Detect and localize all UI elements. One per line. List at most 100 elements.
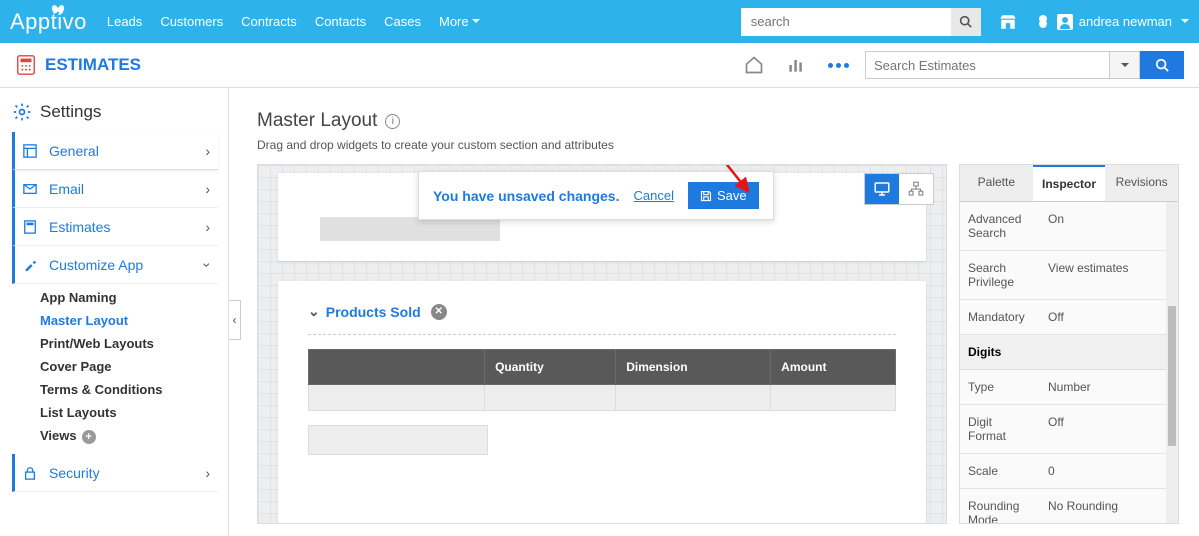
view-toggle [864, 173, 934, 205]
prop-search-privilege[interactable]: Search PrivilegeView estimates [960, 251, 1178, 300]
search-estimates-input[interactable] [865, 51, 1110, 79]
app-title[interactable]: ESTIMATES [15, 54, 141, 76]
remove-section-icon[interactable]: ✕ [431, 304, 447, 320]
global-search [741, 8, 981, 36]
search-dropdown[interactable] [1110, 51, 1140, 79]
logo-text: Apptivo [10, 9, 87, 34]
chart-icon[interactable] [781, 50, 811, 80]
right-panel: Palette Inspector Revisions Advanced Sea… [959, 164, 1179, 524]
main: Settings General › Email › Estimates › C… [0, 88, 1199, 536]
user-menu[interactable]: andrea newman [1057, 14, 1189, 30]
calculator-icon [23, 220, 39, 234]
home-icon[interactable] [739, 50, 769, 80]
prop-rounding-mode[interactable]: Rounding ModeNo Rounding [960, 489, 1178, 523]
sidebar-item-general[interactable]: General › [12, 132, 218, 170]
app-title-text: ESTIMATES [45, 55, 141, 75]
sidebar-sub-views[interactable]: Views+ [12, 422, 218, 446]
layout-canvas[interactable]: You have unsaved changes. Cancel Save ⌄ [257, 164, 947, 524]
sidebar-collapse-handle[interactable]: ‹ [229, 300, 241, 340]
sidebar: Settings General › Email › Estimates › C… [0, 88, 229, 536]
tab-revisions[interactable]: Revisions [1105, 165, 1178, 201]
section-title: Products Sold [326, 304, 421, 320]
nav-customers[interactable]: Customers [160, 14, 223, 29]
panel-tabs: Palette Inspector Revisions [960, 165, 1178, 202]
nav-contracts[interactable]: Contracts [241, 14, 297, 29]
prop-group-digits: Digits [960, 335, 1178, 370]
save-icon [700, 190, 712, 202]
sidebar-sub-print-web-layouts[interactable]: Print/Web Layouts [12, 330, 218, 353]
nav-more[interactable]: More [439, 14, 480, 29]
tab-palette[interactable]: Palette [960, 165, 1033, 201]
sidebar-item-label: Security [49, 465, 100, 481]
estimates-icon [15, 54, 37, 76]
structure-view-button[interactable] [899, 174, 933, 204]
save-button-label: Save [717, 188, 747, 203]
nav-leads[interactable]: Leads [107, 14, 142, 29]
sidebar-item-customize-app[interactable]: Customize App › [12, 246, 218, 284]
sidebar-item-label: Email [49, 181, 84, 197]
table-row[interactable] [309, 385, 896, 411]
gear-icon [12, 102, 32, 122]
inspector-properties: Advanced SearchOn Search PrivilegeView e… [960, 202, 1178, 523]
table-header-amount: Amount [771, 350, 896, 385]
prop-digit-format[interactable]: Digit FormatOff [960, 405, 1178, 454]
sidebar-item-label: Customize App [49, 257, 143, 273]
page-subtitle: Drag and drop widgets to create your cus… [257, 138, 1179, 152]
cancel-button[interactable]: Cancel [633, 188, 673, 203]
sidebar-sub-list-layouts[interactable]: List Layouts [12, 399, 218, 422]
section-header[interactable]: ⌄ Products Sold ✕ [308, 303, 896, 320]
sidebar-sub-master-layout[interactable]: Master Layout [12, 307, 218, 330]
prop-mandatory[interactable]: MandatoryOff [960, 300, 1178, 335]
page-title: Master Layout i [257, 110, 1179, 132]
app-bar: ESTIMATES [0, 43, 1199, 88]
info-icon[interactable]: i [385, 114, 400, 129]
plus-icon: + [82, 430, 96, 444]
chevron-right-icon: › [205, 219, 210, 235]
canvas-section-products-sold[interactable]: ⌄ Products Sold ✕ Quantity Dimension Amo… [278, 281, 926, 523]
store-icon[interactable] [999, 13, 1017, 31]
prop-advanced-search[interactable]: Advanced SearchOn [960, 202, 1178, 251]
desktop-icon [873, 180, 891, 198]
sidebar-sub-cover-page[interactable]: Cover Page [12, 353, 218, 376]
sidebar-item-estimates[interactable]: Estimates › [12, 208, 218, 246]
user-name: andrea newman [1079, 14, 1172, 29]
tree-icon [907, 180, 925, 198]
sidebar-sub-terms-conditions[interactable]: Terms & Conditions [12, 376, 218, 399]
sidebar-heading: Settings [12, 102, 218, 122]
nav-cases[interactable]: Cases [384, 14, 421, 29]
content: Master Layout i Drag and drop widgets to… [229, 88, 1199, 536]
mail-icon [23, 182, 39, 196]
logo[interactable]: Apptivo [10, 9, 87, 35]
chevron-right-icon: › [205, 465, 210, 481]
chevron-down-icon: › [200, 262, 216, 267]
nav-contacts[interactable]: Contacts [315, 14, 366, 29]
more-actions[interactable] [823, 50, 853, 80]
tools-icon [23, 258, 39, 272]
top-nav: Apptivo Leads Customers Contracts Contac… [0, 0, 1199, 43]
global-search-input[interactable] [741, 8, 951, 36]
prop-type[interactable]: TypeNumber [960, 370, 1178, 405]
lock-icon [23, 466, 39, 480]
scrollbar[interactable] [1166, 202, 1178, 523]
notification-icon[interactable] [1035, 14, 1051, 30]
sidebar-item-label: Estimates [49, 219, 110, 235]
sidebar-item-label: General [49, 143, 99, 159]
global-search-button[interactable] [951, 8, 981, 36]
sidebar-sub-app-naming[interactable]: App Naming [12, 284, 218, 307]
sidebar-item-security[interactable]: Security › [12, 454, 218, 492]
search-estimates-button[interactable] [1140, 51, 1184, 79]
save-button[interactable]: Save [688, 182, 759, 209]
table-header-dimension: Dimension [616, 350, 771, 385]
table-header [309, 350, 485, 385]
products-table[interactable]: Quantity Dimension Amount [308, 349, 896, 411]
prop-scale[interactable]: Scale0 [960, 454, 1178, 489]
nav-links: Leads Customers Contracts Contacts Cases… [107, 14, 480, 29]
sidebar-item-email[interactable]: Email › [12, 170, 218, 208]
avatar-icon [1057, 14, 1073, 30]
tab-inspector[interactable]: Inspector [1033, 165, 1106, 201]
desktop-view-button[interactable] [865, 174, 899, 204]
table-header-quantity: Quantity [485, 350, 616, 385]
chevron-down-icon: ⌄ [308, 303, 320, 320]
search-icon [959, 15, 972, 28]
alert-message: You have unsaved changes. [433, 188, 619, 204]
